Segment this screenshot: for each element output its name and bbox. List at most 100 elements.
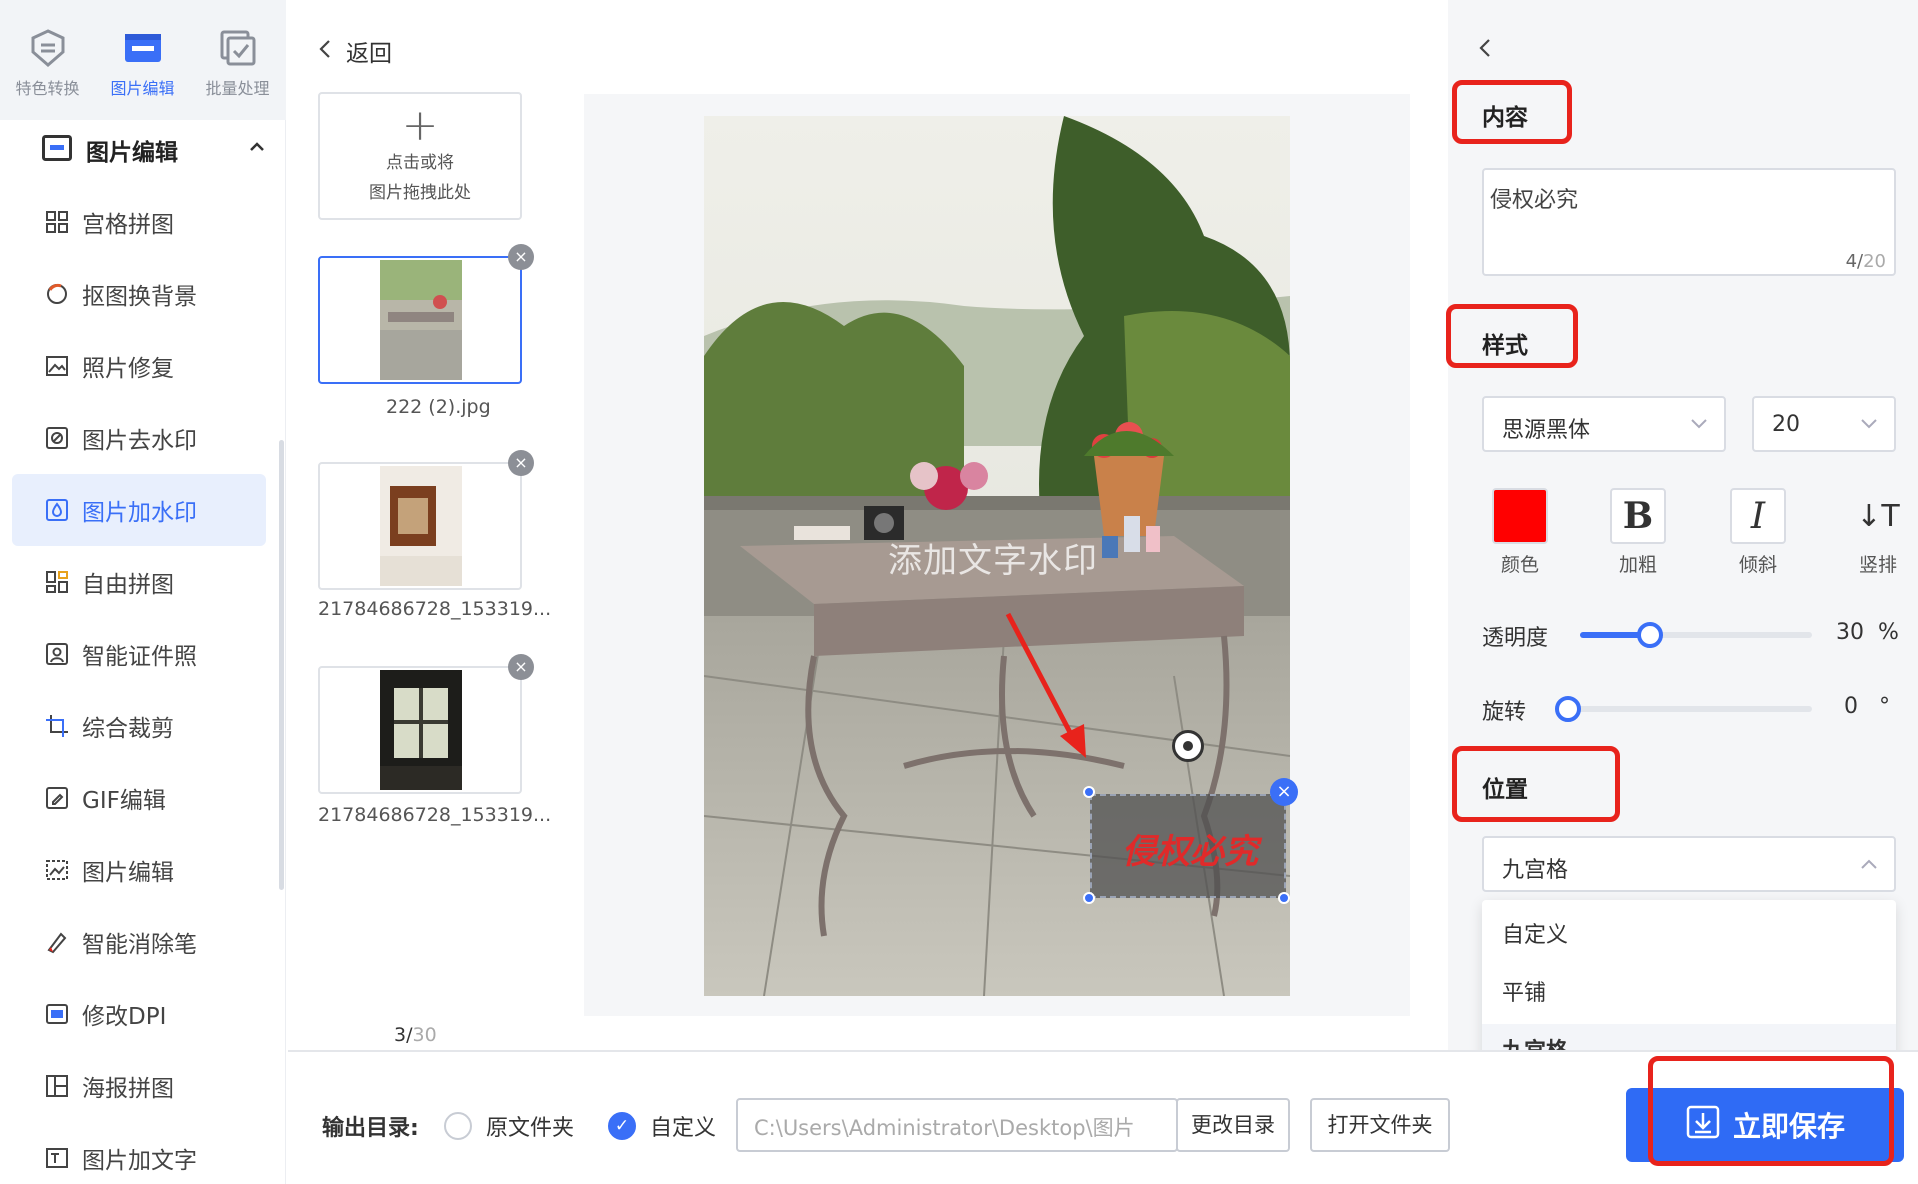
sidebar-item-free-collage[interactable]: 自由拼图 bbox=[12, 546, 266, 618]
color-swatch bbox=[1492, 488, 1548, 544]
tab-batch[interactable]: 批量处理 bbox=[190, 0, 285, 120]
opacity-label: 透明度 bbox=[1482, 626, 1549, 651]
collapse-panel-icon[interactable] bbox=[1478, 38, 1492, 62]
remove-file-icon[interactable]: × bbox=[508, 450, 534, 476]
color-button[interactable]: 颜色 bbox=[1480, 488, 1560, 577]
watermark-preview-text[interactable]: 添加文字水印 bbox=[888, 533, 1098, 582]
sidebar-item-gif-edit[interactable]: GIF编辑 bbox=[12, 762, 266, 834]
sidebar-item-grid-collage[interactable]: 宫格拼图 bbox=[12, 186, 266, 258]
output-path-field[interactable]: C:\Users\Administrator\Desktop\图片 bbox=[736, 1098, 1178, 1152]
tab-image-edit[interactable]: 图片编辑 bbox=[95, 0, 190, 120]
bold-button[interactable]: B 加粗 bbox=[1598, 488, 1678, 577]
collage-icon bbox=[44, 569, 70, 595]
sidebar-item-image-edit[interactable]: 图片编辑 bbox=[12, 834, 266, 906]
watermark-text-input[interactable]: 侵权必究 4/20 bbox=[1482, 168, 1896, 276]
thumbnail-image bbox=[380, 260, 462, 380]
italic-button[interactable]: I 倾斜 bbox=[1718, 488, 1798, 577]
sidebar-item-label: 智能证件照 bbox=[82, 644, 197, 670]
rotate-slider[interactable] bbox=[1555, 696, 1812, 722]
thumbnail-image bbox=[380, 466, 462, 586]
sidebar-item-label: 综合裁剪 bbox=[82, 716, 174, 742]
content-title: 内容 bbox=[1482, 105, 1528, 131]
opacity-unit: % bbox=[1878, 620, 1899, 645]
sidebar-item-cutout[interactable]: 抠图换背景 bbox=[12, 258, 266, 330]
file-thumbnail[interactable]: × bbox=[318, 654, 534, 794]
radio-original-folder[interactable] bbox=[444, 1112, 472, 1140]
sidebar-item-photo-repair[interactable]: 照片修复 bbox=[12, 330, 266, 402]
change-dir-button[interactable]: 更改目录 bbox=[1176, 1098, 1290, 1152]
sidebar-item-add-watermark[interactable]: 图片加水印 bbox=[12, 474, 266, 546]
shield-icon bbox=[28, 28, 68, 68]
sidebar-scrollbar[interactable] bbox=[279, 440, 284, 890]
sidebar-item-eraser[interactable]: 智能消除笔 bbox=[12, 906, 266, 978]
char-count-max: 20 bbox=[1863, 251, 1886, 272]
section-header-image-edit[interactable]: 图片编辑 bbox=[42, 130, 272, 170]
grid-icon bbox=[44, 209, 70, 235]
position-select[interactable]: 九宫格 bbox=[1482, 836, 1896, 892]
sidebar-item-dpi[interactable]: 修改DPI bbox=[12, 978, 266, 1050]
vertical-text-button[interactable]: ↓T 竖排 bbox=[1838, 488, 1918, 577]
image-edit-icon bbox=[123, 28, 163, 68]
rotate-slider-knob[interactable] bbox=[1555, 696, 1581, 722]
sidebar-item-label: 图片加水印 bbox=[82, 500, 197, 526]
photo-repair-icon bbox=[44, 353, 70, 379]
file-name: 222 (2).jpg bbox=[386, 396, 491, 418]
opacity-slider-knob[interactable] bbox=[1636, 622, 1663, 648]
resize-handle[interactable] bbox=[1083, 786, 1095, 798]
sidebar-item-label: 照片修复 bbox=[82, 356, 174, 382]
remove-file-icon[interactable]: × bbox=[508, 244, 534, 270]
sidebar-item-id-photo[interactable]: 智能证件照 bbox=[12, 618, 266, 690]
back-button[interactable]: 返回 bbox=[318, 34, 392, 68]
remove-file-icon[interactable]: × bbox=[508, 654, 534, 680]
custom-folder-label: 自定义 bbox=[650, 1116, 717, 1141]
thumbnail-image bbox=[380, 670, 462, 790]
open-folder-button[interactable]: 打开文件夹 bbox=[1310, 1098, 1450, 1152]
vertical-text-label: 竖排 bbox=[1858, 554, 1897, 576]
font-size-select[interactable]: 20 bbox=[1752, 396, 1896, 452]
chevron-down-icon bbox=[1860, 416, 1878, 435]
image-edit-icon bbox=[42, 135, 72, 165]
watermark-text-value: 侵权必究 bbox=[1490, 188, 1579, 213]
bold-icon: B bbox=[1610, 488, 1666, 544]
highlight-box bbox=[1648, 1056, 1894, 1166]
radio-custom-folder[interactable]: ✓ bbox=[608, 1112, 636, 1140]
font-size-value: 20 bbox=[1772, 412, 1800, 437]
section-title: 图片编辑 bbox=[86, 140, 178, 166]
color-label: 颜色 bbox=[1500, 554, 1539, 576]
italic-icon: I bbox=[1730, 488, 1786, 544]
style-title: 样式 bbox=[1482, 333, 1528, 359]
sidebar-item-add-text[interactable]: 图片加文字 bbox=[12, 1122, 266, 1184]
sidebar-item-label: 图片去水印 bbox=[82, 428, 197, 454]
style-buttons: 颜色 B 加粗 I 倾斜 ↓T 竖排 bbox=[1480, 488, 1900, 578]
upload-dropzone[interactable]: + 点击或将 图片拖拽此处 bbox=[318, 92, 522, 220]
resize-handle[interactable] bbox=[1278, 892, 1290, 904]
chevron-up-icon bbox=[1860, 856, 1878, 875]
italic-label: 倾斜 bbox=[1738, 554, 1777, 576]
file-thumbnail[interactable]: × bbox=[318, 450, 534, 590]
crop-icon bbox=[44, 713, 70, 739]
watermark-box[interactable]: 侵权必究 bbox=[1090, 794, 1286, 898]
opacity-slider[interactable] bbox=[1580, 622, 1812, 648]
font-family-select[interactable]: 思源黑体 bbox=[1482, 396, 1726, 452]
position-value: 九宫格 bbox=[1502, 858, 1569, 883]
tab-feature-convert[interactable]: 特色转换 bbox=[0, 0, 95, 120]
id-photo-icon bbox=[44, 641, 70, 667]
position-option-custom[interactable]: 自定义 bbox=[1482, 908, 1896, 964]
rotate-handle-icon[interactable] bbox=[1172, 730, 1204, 762]
close-watermark-icon[interactable]: × bbox=[1270, 778, 1298, 806]
sidebar-item-label: 图片加文字 bbox=[82, 1148, 197, 1174]
file-count-max: 30 bbox=[412, 1024, 437, 1046]
sidebar-item-label: 抠图换背景 bbox=[82, 284, 197, 310]
rotate-number: 0 bbox=[1844, 694, 1858, 719]
dpi-icon bbox=[44, 1001, 70, 1027]
resize-handle[interactable] bbox=[1083, 892, 1095, 904]
sidebar-item-crop[interactable]: 综合裁剪 bbox=[12, 690, 266, 762]
file-thumbnail[interactable]: × bbox=[318, 244, 534, 384]
sidebar-item-poster[interactable]: 海报拼图 bbox=[12, 1050, 266, 1122]
position-option-tile[interactable]: 平铺 bbox=[1482, 966, 1896, 1022]
chevron-up-icon[interactable] bbox=[248, 138, 266, 160]
sidebar-item-label: 宫格拼图 bbox=[82, 212, 174, 238]
upload-hint-line1: 点击或将 bbox=[386, 153, 454, 173]
sidebar-item-remove-watermark[interactable]: 图片去水印 bbox=[12, 402, 266, 474]
rotate-label: 旋转 bbox=[1482, 700, 1527, 725]
